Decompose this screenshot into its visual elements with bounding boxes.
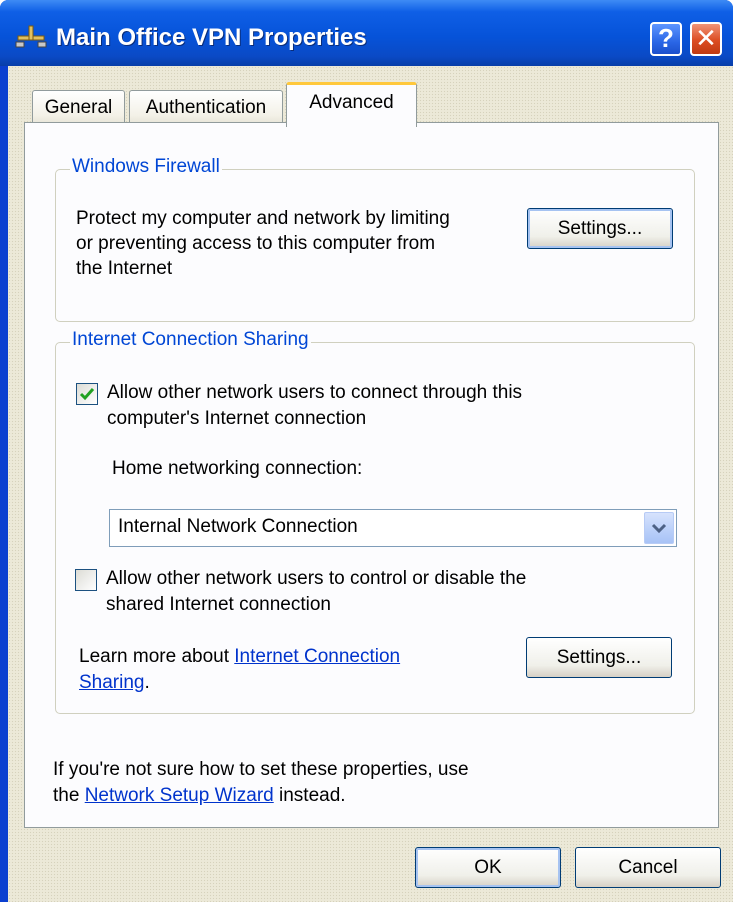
allow-control-label-line-2[interactable]: shared Internet connection <box>106 592 331 618</box>
tab-general[interactable]: General <box>32 90 125 126</box>
allow-control-label-line-1[interactable]: Allow other network users to control or … <box>106 566 526 592</box>
windows-firewall-legend: Windows Firewall <box>70 156 222 178</box>
footer-suffix: instead. <box>273 785 346 806</box>
checkmark-icon <box>79 388 95 401</box>
ics-legend: Internet Connection Sharing <box>70 329 311 351</box>
tab-authentication[interactable]: Authentication <box>129 90 283 126</box>
network-connection-icon <box>14 22 48 50</box>
cancel-button[interactable]: Cancel <box>575 847 721 888</box>
home-networking-connection-select[interactable]: Internal Network Connection <box>109 509 677 547</box>
windows-firewall-group: Windows Firewall Protect my computer and… <box>55 156 695 322</box>
ics-help-link-continued[interactable]: Sharing <box>79 672 145 693</box>
ok-button[interactable]: OK <box>415 847 561 888</box>
network-setup-wizard-link[interactable]: Network Setup Wizard <box>85 785 274 806</box>
title-bar[interactable]: Main Office VPN Properties ? ✕ <box>0 0 733 66</box>
close-icon[interactable]: ✕ <box>690 22 722 56</box>
home-networking-connection-value: Internal Network Connection <box>118 516 358 537</box>
allow-control-checkbox[interactable] <box>75 569 97 591</box>
home-networking-label: Home networking connection: <box>112 458 363 479</box>
ics-settings-button[interactable]: Settings... <box>526 637 672 678</box>
allow-connect-label-line-1[interactable]: Allow other network users to connect thr… <box>107 380 522 406</box>
firewall-description-line-3: the Internet <box>76 258 173 279</box>
window-title: Main Office VPN Properties <box>56 24 367 51</box>
firewall-description-line-1: Protect my computer and network by limit… <box>76 208 450 229</box>
learn-more-line-1: Learn more about Internet Connection <box>79 644 400 670</box>
firewall-settings-button[interactable]: Settings... <box>527 208 673 249</box>
footer-line-1: If you're not sure how to set these prop… <box>53 759 469 780</box>
footer-prefix: the <box>53 785 85 806</box>
ics-help-link[interactable]: Internet Connection <box>234 646 400 667</box>
dropdown-chevron-icon[interactable] <box>644 512 674 544</box>
allow-connect-checkbox[interactable] <box>76 383 98 405</box>
allow-connect-label-line-2[interactable]: computer's Internet connection <box>107 406 366 432</box>
properties-dialog: Main Office VPN Properties ? ✕ General A… <box>0 0 733 902</box>
help-icon[interactable]: ? <box>650 22 682 56</box>
learn-more-suffix: . <box>144 672 150 693</box>
tab-advanced[interactable]: Advanced <box>286 82 417 127</box>
advanced-tab-page: Windows Firewall Protect my computer and… <box>24 122 719 828</box>
footer-line-2: the Network Setup Wizard instead. <box>53 783 346 809</box>
learn-more-line-2: Sharing. <box>79 670 150 696</box>
learn-more-prefix: Learn more about <box>79 646 235 667</box>
dialog-body: General Authentication Advanced Windows … <box>8 66 733 902</box>
firewall-description-line-2: or preventing access to this computer fr… <box>76 233 436 254</box>
